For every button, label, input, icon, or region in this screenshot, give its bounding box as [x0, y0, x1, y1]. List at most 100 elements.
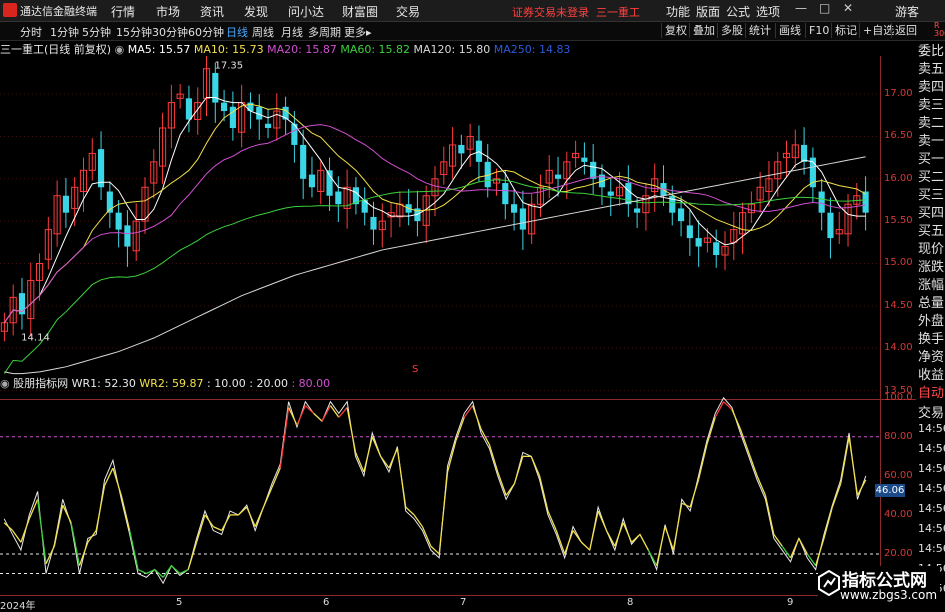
- indicator-chart[interactable]: [0, 388, 880, 593]
- wr2-segment: [815, 538, 825, 566]
- wr2-segment: [748, 452, 758, 477]
- menu-layout[interactable]: 版面: [696, 3, 720, 20]
- candle-body: [695, 238, 702, 247]
- menu-discover[interactable]: 发现: [244, 3, 268, 20]
- watermark-url: www.zbgs3.com: [840, 588, 938, 602]
- period-intraday[interactable]: 分时: [20, 24, 42, 40]
- side-panel-bottom-row[interactable]: 14:56: [918, 422, 945, 435]
- side-panel-row[interactable]: 买五: [918, 220, 944, 239]
- wr2-segment: [405, 506, 415, 516]
- side-panel-row[interactable]: 卖一: [918, 130, 944, 149]
- menu-wealth[interactable]: 财富圈: [342, 3, 378, 20]
- menu-market[interactable]: 市场: [156, 3, 180, 20]
- candle-body: [335, 191, 342, 205]
- side-panel-row[interactable]: 买三: [918, 184, 944, 203]
- candle-body: [581, 157, 588, 162]
- side-panel-row[interactable]: 净资: [918, 346, 944, 365]
- date-tick-label: 2024年: [0, 601, 36, 612]
- side-panel-bottom-row[interactable]: 14:56: [918, 502, 945, 515]
- wr2-segment: [430, 545, 440, 555]
- wr2-segment: [213, 526, 222, 532]
- minimize-icon[interactable]: —: [795, 1, 807, 15]
- period-multi[interactable]: 多周期: [308, 24, 341, 40]
- side-panel-row[interactable]: 买二: [918, 166, 944, 185]
- wr2-segment: [237, 506, 248, 516]
- period-monthly[interactable]: 月线: [281, 24, 303, 40]
- wr2-segment: [346, 407, 357, 453]
- price-chart[interactable]: 17.35 14.14 S: [0, 56, 880, 399]
- ma-legend-item: MA5: 15.57: [127, 43, 191, 56]
- side-panel-row[interactable]: 卖二: [918, 112, 944, 131]
- date-tick-label: 9: [787, 597, 794, 608]
- period-more[interactable]: 更多▸: [344, 24, 372, 40]
- period-15min[interactable]: 15分钟: [116, 24, 152, 40]
- candle-body: [308, 174, 316, 188]
- menu-ask[interactable]: 问小达: [288, 3, 324, 20]
- indicator-tick-label: 80.00: [884, 430, 913, 442]
- wr2-segment: [137, 568, 147, 575]
- side-panel-bottom-row[interactable]: 14:56: [918, 442, 945, 455]
- side-panel-row[interactable]: 收益: [918, 364, 944, 383]
- candle-body: [519, 208, 526, 230]
- legend-dropdown-icon[interactable]: ◉: [115, 43, 125, 56]
- wr2-segment: [171, 565, 181, 574]
- close-icon[interactable]: ✕: [843, 1, 853, 15]
- side-panel-bottom-row[interactable]: 自动: [918, 382, 944, 401]
- side-panel-bottom-row[interactable]: 14:56: [918, 522, 945, 535]
- side-panel-row[interactable]: 买一: [918, 148, 944, 167]
- period-60min[interactable]: 60分钟: [188, 24, 224, 40]
- quote-side-panel: 委比 卖五 卖四 卖三 卖二 卖一 买一 买二 买三 买四 买五 现价 涨跌 涨幅 总量 外盘 换手 净资 收益: [916, 40, 945, 383]
- wr2-segment: [580, 541, 591, 551]
- menu-formula[interactable]: 公式: [726, 3, 750, 20]
- stats-button[interactable]: 统计: [745, 23, 774, 38]
- overlay-button[interactable]: 叠加: [689, 23, 718, 38]
- candle-body: [713, 242, 720, 256]
- side-panel-bottom-row[interactable]: 交易: [918, 402, 944, 421]
- side-panel-bottom-row[interactable]: 14:56: [918, 462, 945, 475]
- side-panel-bottom-row[interactable]: 14:56: [918, 542, 945, 555]
- side-panel-row[interactable]: 总量: [918, 292, 944, 311]
- side-panel-row[interactable]: 现价: [918, 238, 944, 257]
- price-axis: 17.00 16.50 16.00 15.50 15.00 14.50 14.00 13.50: [880, 56, 917, 399]
- period-weekly[interactable]: 周线: [252, 24, 274, 40]
- app-title: 通达信金融终端: [20, 5, 97, 18]
- menu-trade[interactable]: 交易: [396, 3, 420, 20]
- side-panel-row[interactable]: 换手: [918, 328, 944, 347]
- side-panel-bottom-row[interactable]: 14:56: [918, 482, 945, 495]
- ma-legend: 三一重工(日线 前复权) ◉ MA5: 15.57 MA10: 15.73 MA…: [0, 41, 880, 56]
- period-5min[interactable]: 5分钟: [82, 24, 111, 40]
- side-panel-row[interactable]: 涨幅: [918, 274, 944, 293]
- side-panel-row[interactable]: 卖五: [918, 58, 944, 77]
- login-warning[interactable]: 证券交易未登录 三一重工: [512, 4, 640, 20]
- side-panel-row[interactable]: 委比: [918, 40, 944, 59]
- back-button[interactable]: 返回: [891, 23, 920, 38]
- mark-button[interactable]: 标记: [831, 23, 860, 38]
- wr2-segment: [505, 483, 516, 496]
- side-panel-row[interactable]: 外盘: [918, 310, 944, 329]
- side-panel-row[interactable]: 涨跌: [918, 256, 944, 275]
- draw-button[interactable]: 画线: [775, 23, 804, 38]
- side-panel-row[interactable]: 卖三: [918, 94, 944, 113]
- menu-function[interactable]: 功能: [666, 3, 690, 20]
- wr2-segment: [823, 506, 833, 539]
- menu-options[interactable]: 选项: [756, 3, 780, 20]
- signal-marker: S: [412, 364, 418, 375]
- period-30min[interactable]: 30分钟: [152, 24, 188, 40]
- multi-stock-button[interactable]: 多股: [717, 23, 746, 38]
- candle-body: [686, 225, 693, 239]
- wr2-segment: [840, 436, 850, 484]
- wr2-segment: [254, 506, 265, 527]
- period-1min[interactable]: 1分钟: [50, 24, 79, 40]
- f10-button[interactable]: F10: [805, 23, 832, 38]
- side-panel-row[interactable]: 买四: [918, 202, 944, 221]
- candle-body: [511, 204, 518, 213]
- menu-news[interactable]: 资讯: [200, 3, 224, 20]
- maximize-icon[interactable]: □: [819, 1, 830, 15]
- adjust-button[interactable]: 复权: [661, 23, 690, 38]
- ma-legend-item: MA250: 14.83: [490, 43, 571, 56]
- menu-quotes[interactable]: 行情: [111, 3, 135, 20]
- wr2-segment: [555, 530, 566, 555]
- period-daily[interactable]: 日线: [226, 24, 248, 40]
- guest-label[interactable]: 游客: [895, 3, 919, 20]
- side-panel-row[interactable]: 卖四: [918, 76, 944, 95]
